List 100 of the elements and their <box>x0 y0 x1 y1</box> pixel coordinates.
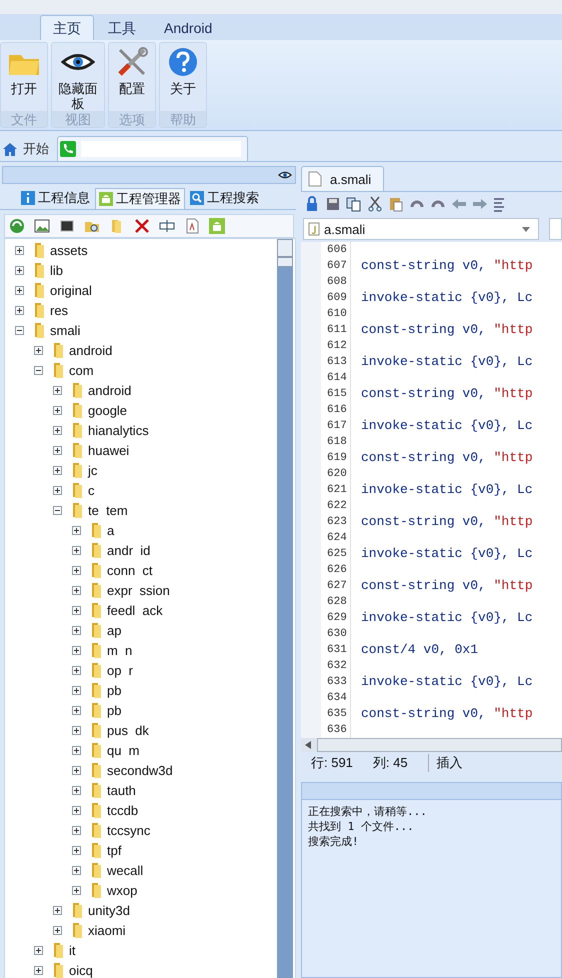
panel-tab[interactable]: 工程信息 <box>18 188 93 208</box>
document-tab[interactable] <box>57 136 248 161</box>
expand-toggle[interactable] <box>53 906 62 914</box>
tree-item[interactable]: android <box>88 382 132 398</box>
tree-item[interactable]: android <box>69 342 112 358</box>
expand-toggle[interactable] <box>34 946 43 954</box>
expand-toggle[interactable] <box>72 806 81 814</box>
expand-toggle[interactable] <box>34 966 43 974</box>
tree-item[interactable]: pus dk <box>107 722 149 738</box>
tree-item[interactable]: it <box>69 942 76 958</box>
lock-icon[interactable] <box>304 196 320 212</box>
tree-item[interactable]: original <box>50 282 92 298</box>
ribbon-button[interactable]: 打开 <box>1 43 47 111</box>
tree-item[interactable]: google <box>88 402 128 418</box>
tree-item[interactable]: pb <box>107 702 122 718</box>
file-dropdown[interactable]: a.smali <box>303 218 539 240</box>
scroll-thumb[interactable] <box>277 257 293 267</box>
ribbon-tab[interactable]: Android <box>150 16 226 40</box>
tree-item[interactable]: hianalytics <box>88 422 149 438</box>
save-icon[interactable] <box>325 196 341 212</box>
expand-toggle[interactable] <box>72 826 81 834</box>
expand-toggle[interactable] <box>53 486 62 494</box>
expand-toggle[interactable] <box>72 786 81 794</box>
tree-item[interactable]: wxop <box>107 882 138 898</box>
expand-toggle[interactable] <box>72 546 81 554</box>
expand-toggle[interactable] <box>53 406 62 414</box>
collapse-toggle[interactable] <box>15 326 24 334</box>
expand-toggle[interactable] <box>72 626 81 634</box>
panel-tab[interactable]: 工程搜索 <box>187 188 262 208</box>
tree-item[interactable]: secondw3d <box>107 762 173 778</box>
tree-item[interactable]: tpf <box>107 842 122 858</box>
document-icon[interactable] <box>184 218 200 234</box>
panel-tab[interactable]: 工程管理器 <box>95 188 185 209</box>
rename-icon[interactable] <box>159 218 175 234</box>
ribbon-tab[interactable]: 工具 <box>94 16 150 40</box>
tree-item[interactable]: jc <box>88 462 98 478</box>
expand-toggle[interactable] <box>72 586 81 594</box>
collapse-toggle[interactable] <box>34 366 43 374</box>
expand-toggle[interactable] <box>72 886 81 894</box>
editor-tab[interactable]: a.smali <box>301 166 384 191</box>
cut-icon[interactable] <box>367 196 383 212</box>
expand-toggle[interactable] <box>34 346 43 354</box>
expand-toggle[interactable] <box>72 766 81 774</box>
tree-item[interactable]: tauth <box>107 782 136 798</box>
refresh-icon[interactable] <box>9 218 25 234</box>
tree-item[interactable]: pb <box>107 682 122 698</box>
image-icon[interactable] <box>34 218 50 234</box>
tree-item[interactable]: conn ct <box>107 562 153 578</box>
ribbon-button[interactable]: 配置 <box>109 43 155 111</box>
tree-item[interactable]: smali <box>50 322 80 338</box>
tree-item[interactable]: com <box>69 362 94 378</box>
expand-toggle[interactable] <box>53 466 62 474</box>
tree-item[interactable]: te tem <box>88 502 128 518</box>
tree-item[interactable]: lib <box>50 262 64 278</box>
ribbon-tab[interactable]: 主页 <box>40 15 94 40</box>
tree-item[interactable]: res <box>50 302 68 318</box>
scrollbar[interactable] <box>277 239 293 978</box>
tree-item[interactable]: oicq <box>69 962 93 978</box>
expand-toggle[interactable] <box>15 286 24 294</box>
copy-icon[interactable] <box>346 196 362 212</box>
expand-toggle[interactable] <box>15 266 24 274</box>
expand-toggle[interactable] <box>72 666 81 674</box>
tree-item[interactable]: op r <box>107 662 134 678</box>
tree-item[interactable]: a <box>107 522 114 538</box>
tree-item[interactable]: feedl ack <box>107 602 163 618</box>
tree-item[interactable]: tccsync <box>107 822 150 838</box>
ribbon-button[interactable]: 关于 <box>160 43 206 111</box>
paste-icon[interactable] <box>388 196 404 212</box>
collapse-toggle[interactable] <box>53 506 62 514</box>
expand-toggle[interactable] <box>72 566 81 574</box>
tree-item[interactable]: tccdb <box>107 802 138 818</box>
ribbon-button[interactable]: 隐藏面板 <box>52 43 104 111</box>
expand-toggle[interactable] <box>72 606 81 614</box>
tree-item[interactable]: ap <box>107 622 122 638</box>
expand-toggle[interactable] <box>72 846 81 854</box>
tree-item[interactable]: unity3d <box>88 902 130 918</box>
tree-item[interactable]: andr id <box>107 542 150 558</box>
tree-item[interactable]: m n <box>107 642 132 658</box>
expand-toggle[interactable] <box>53 386 62 394</box>
tree-item[interactable]: qu m <box>107 742 140 758</box>
expand-toggle[interactable] <box>53 926 62 934</box>
tree-item[interactable]: assets <box>50 242 88 258</box>
tree-item[interactable]: wecall <box>107 862 144 878</box>
expand-toggle[interactable] <box>72 686 81 694</box>
window-icon[interactable] <box>59 218 75 234</box>
expand-toggle[interactable] <box>72 526 81 534</box>
expand-toggle[interactable] <box>72 706 81 714</box>
document-tab[interactable]: 开始 <box>0 137 55 161</box>
expand-toggle[interactable] <box>72 866 81 874</box>
tree-item[interactable]: xiaomi <box>88 922 126 938</box>
expand-toggle[interactable] <box>53 446 62 454</box>
tree-item[interactable]: c <box>88 482 94 498</box>
expand-toggle[interactable] <box>15 246 24 254</box>
tree-item[interactable]: expr ssion <box>107 582 170 598</box>
expand-toggle[interactable] <box>72 646 81 654</box>
expand-toggle[interactable] <box>53 426 62 434</box>
delete-icon[interactable] <box>134 218 150 234</box>
expand-toggle[interactable] <box>15 306 24 314</box>
expand-toggle[interactable] <box>72 746 81 754</box>
tree-item[interactable]: huawei <box>88 442 130 458</box>
